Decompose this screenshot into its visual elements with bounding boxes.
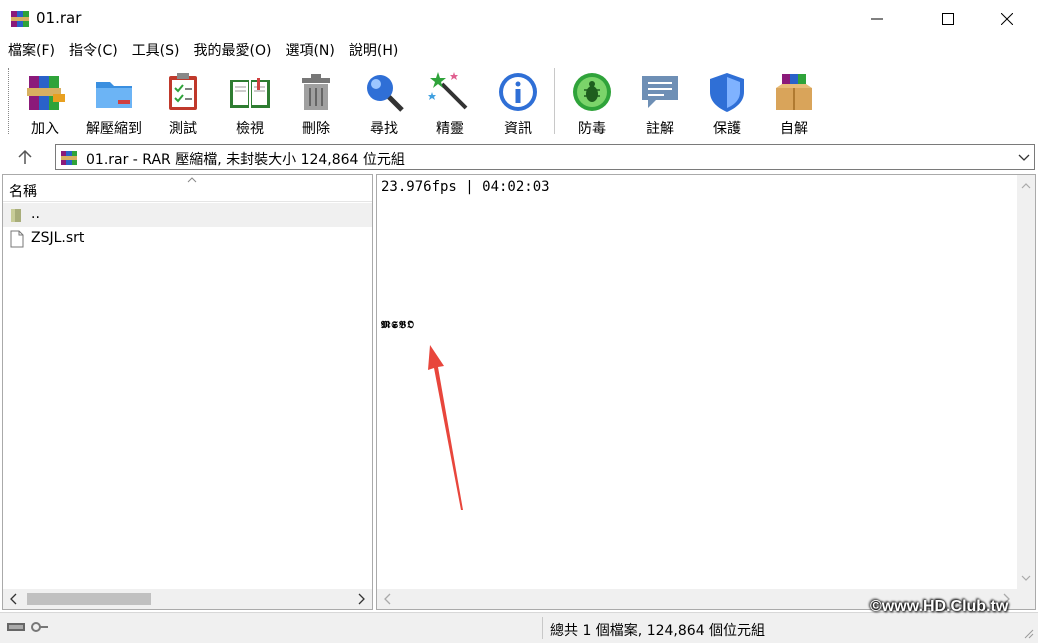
preview-text-line: 𝕸𝕾𝕭𝕺 bbox=[381, 320, 415, 331]
info-label: 資訊 bbox=[504, 121, 532, 137]
folder-extract-icon bbox=[96, 82, 132, 108]
menu-commands[interactable]: 指令(C) bbox=[61, 40, 124, 60]
file-icon bbox=[10, 230, 24, 248]
comment-icon bbox=[642, 76, 678, 108]
drive-key-icon bbox=[7, 622, 48, 632]
clipboard-check-icon bbox=[169, 73, 197, 110]
watermark: ©www.HD.Club.tw bbox=[870, 598, 1009, 615]
find-button[interactable]: 尋找 bbox=[354, 66, 414, 137]
magnifier-icon bbox=[367, 75, 404, 112]
status-bar: 總共 1 個檔案, 124,864 個位元組 bbox=[0, 612, 1038, 643]
add-label: 加入 bbox=[31, 121, 59, 137]
view-button[interactable]: 檢視 bbox=[220, 66, 280, 137]
scroll-down-icon[interactable] bbox=[1021, 573, 1031, 583]
virus-scan-label: 防毒 bbox=[578, 121, 606, 137]
resize-grip-icon[interactable] bbox=[1022, 627, 1034, 639]
file-name: .. bbox=[31, 206, 40, 222]
wizard-button[interactable]: 精靈 bbox=[420, 66, 480, 137]
toolbar-grip bbox=[8, 68, 11, 134]
open-book-icon bbox=[230, 78, 270, 108]
close-icon bbox=[1001, 13, 1013, 25]
minimize-button[interactable] bbox=[854, 0, 900, 38]
comment-button[interactable]: 註解 bbox=[630, 66, 690, 137]
protect-label: 保護 bbox=[713, 121, 741, 137]
sfx-label: 自解 bbox=[780, 121, 808, 137]
toolbar: 加入 解壓縮到 測試 檢視 刪除 尋找 精靈 資訊 防毒 註解 保護 自解 bbox=[0, 62, 1038, 140]
view-label: 檢視 bbox=[236, 121, 264, 137]
extract-label: 解壓縮到 bbox=[86, 121, 142, 137]
menu-tools[interactable]: 工具(S) bbox=[124, 40, 186, 60]
list-item[interactable]: ZSJL.srt bbox=[3, 227, 372, 251]
comment-label: 註解 bbox=[646, 121, 674, 137]
extract-button[interactable]: 解壓縮到 bbox=[84, 66, 144, 137]
toolbar-separator bbox=[554, 68, 555, 134]
bug-icon bbox=[573, 73, 611, 111]
window-title: 01.rar bbox=[36, 9, 82, 27]
scrollbar-thumb[interactable] bbox=[27, 593, 151, 605]
test-button[interactable]: 測試 bbox=[153, 66, 213, 137]
minimize-icon bbox=[871, 18, 883, 20]
maximize-button[interactable] bbox=[925, 0, 971, 38]
magic-wand-icon bbox=[428, 72, 468, 110]
menu-options[interactable]: 選項(N) bbox=[277, 40, 340, 60]
address-row: 01.rar - RAR 壓縮檔, 未封裝大小 124,864 位元組 bbox=[0, 142, 1038, 172]
menu-file[interactable]: 檔案(F) bbox=[0, 40, 61, 60]
list-item[interactable]: .. bbox=[3, 203, 372, 227]
shield-icon bbox=[710, 73, 744, 112]
sort-ascending-icon bbox=[187, 177, 197, 183]
arrow-up-icon bbox=[18, 149, 32, 164]
winrar-app-icon bbox=[11, 11, 29, 27]
horizontal-scrollbar[interactable] bbox=[3, 589, 372, 609]
chevron-down-icon[interactable] bbox=[1018, 151, 1030, 163]
title-bar: 01.rar bbox=[0, 0, 1038, 38]
delete-label: 刪除 bbox=[302, 121, 330, 137]
sfx-button[interactable]: 自解 bbox=[764, 66, 824, 137]
add-button[interactable]: 加入 bbox=[15, 66, 75, 137]
preview-text-line: 23.976fps | 04:02:03 bbox=[381, 179, 550, 195]
scroll-up-icon[interactable] bbox=[1021, 181, 1031, 191]
menu-help[interactable]: 說明(H) bbox=[341, 40, 404, 60]
scroll-left-icon[interactable] bbox=[9, 593, 19, 605]
file-name: ZSJL.srt bbox=[31, 230, 85, 246]
menu-bar: 檔案(F) 指令(C) 工具(S) 我的最愛(O) 選項(N) 說明(H) bbox=[0, 38, 1038, 62]
scroll-right-icon[interactable] bbox=[356, 593, 366, 605]
up-folder-button[interactable] bbox=[10, 146, 40, 168]
find-label: 尋找 bbox=[370, 121, 398, 137]
protect-button[interactable]: 保護 bbox=[697, 66, 757, 137]
status-summary: 總共 1 個檔案, 124,864 個位元組 bbox=[550, 623, 766, 639]
column-header-label: 名稱 bbox=[9, 184, 37, 200]
menu-favorites[interactable]: 我的最愛(O) bbox=[186, 40, 278, 60]
info-icon bbox=[499, 73, 537, 111]
wizard-label: 精靈 bbox=[436, 121, 464, 137]
vertical-scrollbar[interactable] bbox=[1017, 175, 1035, 589]
box-books-icon bbox=[776, 74, 812, 110]
close-button[interactable] bbox=[984, 0, 1030, 38]
folder-up-icon bbox=[11, 209, 21, 222]
annotation-arrow bbox=[428, 345, 463, 510]
rar-archive-icon bbox=[61, 151, 77, 165]
file-list-pane: 名稱 .. ZSJL.srt bbox=[2, 174, 373, 610]
test-label: 測試 bbox=[169, 121, 197, 137]
virus-scan-button[interactable]: 防毒 bbox=[562, 66, 622, 137]
info-button[interactable]: 資訊 bbox=[488, 66, 548, 137]
scroll-left-icon[interactable] bbox=[383, 593, 393, 605]
books-add-icon bbox=[27, 76, 65, 110]
status-divider bbox=[542, 617, 543, 639]
preview-pane: 23.976fps | 04:02:03 𝕸𝕾𝕭𝕺 bbox=[376, 174, 1036, 610]
maximize-icon bbox=[942, 13, 954, 25]
address-text: 01.rar - RAR 壓縮檔, 未封裝大小 124,864 位元組 bbox=[86, 152, 405, 168]
trash-icon bbox=[302, 74, 330, 110]
address-combobox[interactable]: 01.rar - RAR 壓縮檔, 未封裝大小 124,864 位元組 bbox=[55, 144, 1035, 170]
column-header-name[interactable]: 名稱 bbox=[3, 175, 372, 202]
delete-button[interactable]: 刪除 bbox=[286, 66, 346, 137]
